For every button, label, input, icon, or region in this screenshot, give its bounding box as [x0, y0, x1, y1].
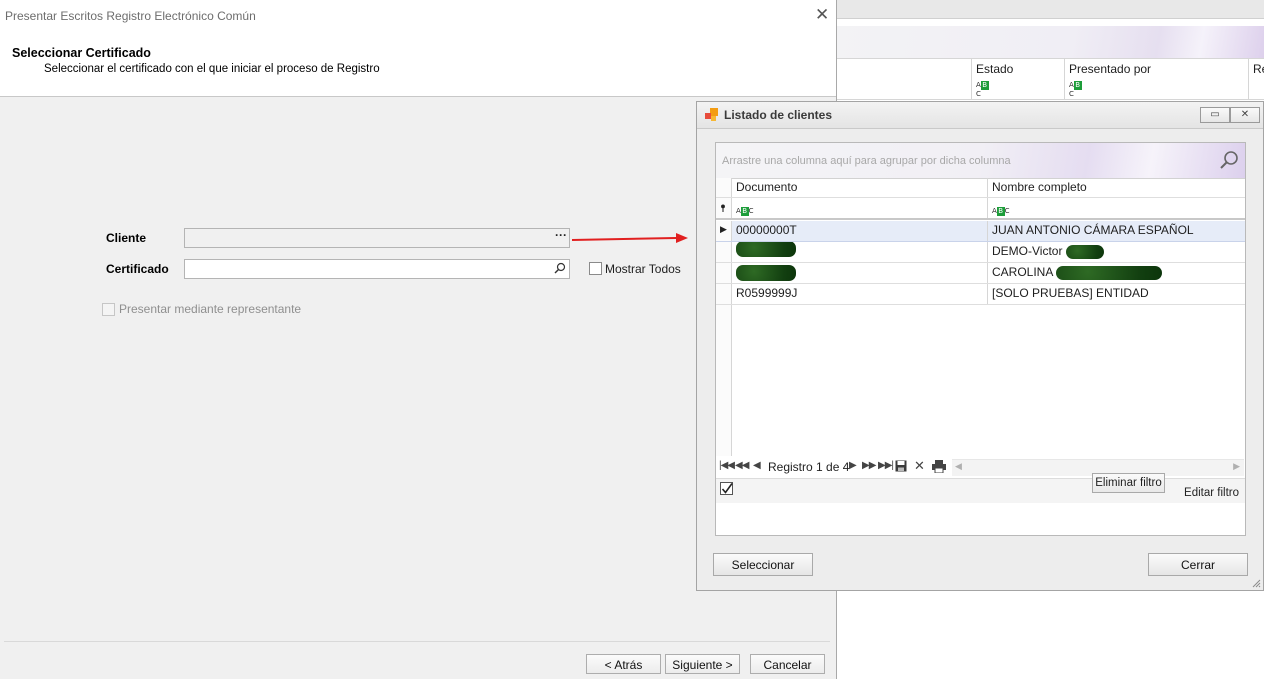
filter-cell-nombre[interactable]: ABC: [988, 198, 1245, 218]
page-subtitle: Seleccionar el certificado con el que in…: [44, 63, 380, 75]
filter-cell-partial[interactable]: [1248, 79, 1264, 99]
column-header-documento[interactable]: Documento: [732, 178, 988, 197]
filter-cell-estado[interactable]: ABC: [971, 79, 1064, 99]
column-header-estado[interactable]: Estado: [971, 59, 1064, 79]
background-filter-row: ABC ABC: [836, 79, 1264, 100]
row-indicator-header: [716, 178, 732, 197]
column-header-nombre-completo[interactable]: Nombre completo: [988, 178, 1245, 197]
abc-filter-icon: ABC: [992, 207, 1010, 216]
current-row-arrow-icon: ▶: [720, 224, 727, 234]
wizard-footer-divider: [4, 641, 830, 642]
redaction-mark: [736, 242, 796, 257]
resize-grip-icon[interactable]: [1251, 578, 1261, 588]
column-header-partial[interactable]: Re: [1248, 59, 1264, 79]
last-page-icon[interactable]: ▶▶|: [878, 460, 894, 471]
table-row[interactable]: ▶ 00000000T JUAN ANTONIO CÁMARA ESPAÑOL: [716, 221, 1245, 242]
cell-nombre: JUAN ANTONIO CÁMARA ESPAÑOL: [992, 223, 1194, 237]
abc-filter-icon: ABC: [736, 207, 754, 216]
background-group-panel: [836, 26, 1264, 58]
close-button[interactable]: Cerrar: [1148, 553, 1248, 576]
red-arrow-annotation: [572, 233, 688, 243]
cancel-edit-icon[interactable]: ✕: [914, 458, 925, 474]
redaction-mark: [1056, 265, 1163, 280]
row-indicator-filter: [716, 198, 732, 218]
select-button[interactable]: Seleccionar: [713, 553, 813, 576]
dialog-titlebar: Listado de clientes ▭ ✕: [697, 102, 1263, 129]
save-icon[interactable]: [895, 460, 907, 472]
cell-nombre: DEMO-Victor: [988, 242, 1245, 262]
filter-cell-presentado-por[interactable]: ABC: [1064, 79, 1249, 99]
close-icon[interactable]: ✕: [1230, 107, 1260, 123]
group-hint: Arrastre una columna aquí para agrupar p…: [722, 155, 1011, 167]
abc-filter-icon: ABC: [976, 81, 989, 98]
certificado-label: Certificado: [106, 262, 169, 276]
group-by-panel[interactable]: Arrastre una columna aquí para agrupar p…: [716, 143, 1245, 179]
mostrar-todos-label: Mostrar Todos: [605, 262, 681, 276]
table-row[interactable]: R0599999J [SOLO PRUEBAS] ENTIDAD: [716, 284, 1245, 305]
print-icon[interactable]: [932, 460, 946, 473]
cell-documento: 00000000T: [732, 221, 988, 241]
cell-nombre: [SOLO PRUEBAS] ENTIDAD: [992, 286, 1149, 300]
filter-panel: Eliminar filtro Editar filtro: [716, 473, 1245, 503]
filter-cell-documento[interactable]: ABC: [732, 198, 988, 218]
representante-checkbox[interactable]: [102, 303, 115, 316]
mostrar-todos-checkbox[interactable]: [589, 262, 602, 275]
cell-documento: [732, 263, 988, 283]
grid-header-row: Documento Nombre completo: [716, 178, 1245, 198]
cell-nombre-text: CAROLINA: [992, 265, 1053, 279]
next-page-icon[interactable]: ▶▶: [862, 460, 876, 471]
next-button[interactable]: Siguiente >: [665, 654, 740, 674]
table-row[interactable]: CAROLINA: [716, 263, 1245, 284]
row-indicator-column: [716, 305, 732, 456]
column-header-presentado-por[interactable]: Presentado por: [1064, 59, 1249, 79]
filter-enabled-checkbox[interactable]: [720, 482, 734, 496]
wizard-title: Presentar Escritos Registro Electrónico …: [5, 9, 256, 23]
cell-nombre-text: DEMO-Victor: [992, 244, 1063, 258]
cell-nombre: CAROLINA: [988, 263, 1245, 283]
wizard-titlebar: Presentar Escritos Registro Electrónico …: [0, 0, 836, 30]
redaction-mark: [1065, 244, 1104, 259]
edit-filter-link[interactable]: Editar filtro: [1184, 487, 1239, 499]
restore-icon[interactable]: ▭: [1200, 107, 1230, 123]
certificado-field[interactable]: [184, 259, 570, 279]
remove-filter-button[interactable]: Eliminar filtro: [1092, 473, 1165, 493]
prev-page-icon[interactable]: ◀◀: [735, 460, 749, 471]
redaction-mark: [736, 264, 796, 281]
clients-grid: Arrastre una columna aquí para agrupar p…: [715, 142, 1246, 536]
next-record-icon[interactable]: ▶: [849, 460, 857, 471]
row-indicator: ▶: [716, 221, 732, 241]
wizard-header: Seleccionar Certificado Seleccionar el c…: [0, 30, 836, 97]
background-grid-header: Estado Presentado por Re: [836, 58, 1264, 80]
cliente-field[interactable]: ···: [184, 228, 570, 248]
abc-filter-icon: ABC: [1069, 81, 1082, 98]
record-counter: Registro 1 de 4: [768, 460, 850, 474]
cancel-button[interactable]: Cancelar: [750, 654, 825, 674]
scroll-right-icon[interactable]: ▶: [1233, 461, 1240, 472]
cliente-label: Cliente: [106, 231, 147, 245]
clients-dialog: Listado de clientes ▭ ✕ Arrastre una col…: [696, 101, 1264, 591]
dialog-title: Listado de clientes: [724, 108, 833, 122]
search-icon[interactable]: [554, 262, 566, 274]
grid-filter-row: ABC ABC: [716, 198, 1245, 220]
page-title: Seleccionar Certificado: [12, 46, 151, 60]
prev-record-icon[interactable]: ◀: [753, 460, 761, 471]
browse-clients-button[interactable]: ···: [555, 228, 567, 242]
cell-documento: [732, 242, 988, 262]
search-icon[interactable]: [1219, 150, 1239, 170]
cell-documento: R0599999J: [732, 284, 988, 304]
grid-pager: |◀◀ ◀◀ ◀ Registro 1 de 4 ▶ ▶▶ ▶▶| ✕ ◀ ▶: [716, 456, 1245, 478]
first-page-icon[interactable]: |◀◀: [719, 460, 735, 471]
table-row[interactable]: DEMO-Victor: [716, 242, 1245, 263]
back-button[interactable]: < Atrás: [586, 654, 661, 674]
representante-label: Presentar mediante representante: [119, 302, 302, 316]
pin-icon: [721, 204, 725, 212]
close-icon[interactable]: ✕: [815, 6, 829, 23]
app-logo-icon: [705, 108, 718, 121]
row-indicator: [716, 263, 732, 283]
row-indicator: [716, 284, 732, 304]
background-toolbar: [836, 0, 1264, 19]
scroll-left-icon[interactable]: ◀: [955, 461, 962, 472]
row-indicator: [716, 242, 732, 262]
